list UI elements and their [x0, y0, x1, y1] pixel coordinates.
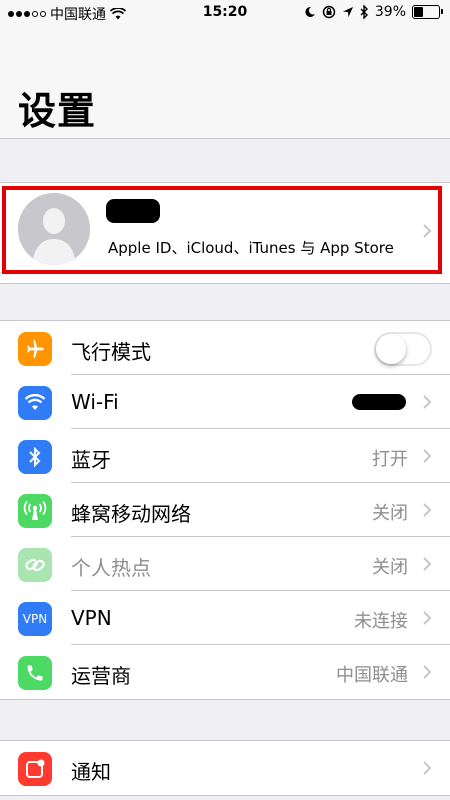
- airplane-icon: [18, 332, 52, 366]
- airplane-mode-label: 飞行模式: [71, 340, 151, 364]
- settings-row-vpn[interactable]: VPN VPN 未连接: [0, 591, 450, 645]
- settings-row-wifi[interactable]: Wi-Fi: [0, 375, 450, 429]
- settings-row-airplane-mode[interactable]: 飞行模式: [0, 321, 450, 375]
- battery-percent: 39%: [374, 4, 406, 20]
- chevron-right-icon: [423, 665, 432, 679]
- toggle-knob: [376, 334, 406, 364]
- location-icon: [342, 7, 353, 17]
- status-right: 39%: [304, 4, 443, 20]
- chevron-right-icon: [423, 503, 432, 517]
- cellular-value: 关闭: [372, 503, 408, 524]
- wifi-icon: [18, 386, 52, 420]
- highlight-box: [2, 186, 442, 274]
- personal-hotspot-label: 个人热点: [71, 556, 151, 580]
- carrier-value: 中国联通: [336, 665, 408, 686]
- carrier-label: 运营商: [71, 664, 131, 688]
- settings-row-carrier[interactable]: 运营商 中国联通: [0, 645, 450, 699]
- chevron-right-icon: [423, 611, 432, 625]
- vpn-icon-text: VPN: [22, 612, 48, 626]
- settings-row-notifications[interactable]: 通知: [0, 741, 450, 795]
- bluetooth-label: 蓝牙: [71, 448, 111, 472]
- cellular-label: 蜂窝移动网络: [71, 502, 191, 526]
- chevron-right-icon: [423, 557, 432, 571]
- chevron-right-icon: [423, 395, 432, 409]
- phone-icon: [18, 656, 52, 690]
- chevron-right-icon: [423, 449, 432, 463]
- battery-fill: [414, 7, 423, 17]
- settings-row-bluetooth[interactable]: 蓝牙 打开: [0, 429, 450, 483]
- bluetooth-status-icon: [360, 5, 368, 19]
- personal-hotspot-value: 关闭: [372, 557, 408, 578]
- notifications-label: 通知: [71, 760, 111, 784]
- bluetooth-value: 打开: [372, 449, 408, 470]
- notifications-group: 通知: [0, 740, 450, 796]
- vpn-label: VPN: [71, 606, 112, 630]
- page-title: 设置: [18, 89, 97, 133]
- navigation-bar: 设置: [0, 26, 450, 139]
- cellular-antenna-icon: [18, 494, 52, 528]
- hotspot-link-icon: [18, 548, 52, 582]
- chevron-right-icon: [423, 761, 432, 775]
- bluetooth-icon: [18, 440, 52, 474]
- status-bar: 中国联通 15:20 39%: [0, 0, 450, 26]
- battery-icon: [412, 5, 443, 19]
- rotation-lock-icon: [322, 5, 336, 19]
- connectivity-group: 飞行模式 Wi-Fi 蓝牙 打开 蜂窝移动网络 关闭 个人热点 关闭 VPN V…: [0, 320, 450, 700]
- vpn-value: 未连接: [354, 611, 408, 632]
- vpn-icon: VPN: [18, 602, 52, 636]
- settings-row-cellular[interactable]: 蜂窝移动网络 关闭: [0, 483, 450, 537]
- redacted-wifi-network: [352, 394, 406, 410]
- airplane-mode-toggle[interactable]: [374, 332, 432, 366]
- do-not-disturb-icon: [305, 6, 315, 17]
- notifications-icon: [18, 752, 52, 786]
- wifi-label: Wi-Fi: [71, 390, 119, 414]
- settings-row-personal-hotspot[interactable]: 个人热点 关闭: [0, 537, 450, 591]
